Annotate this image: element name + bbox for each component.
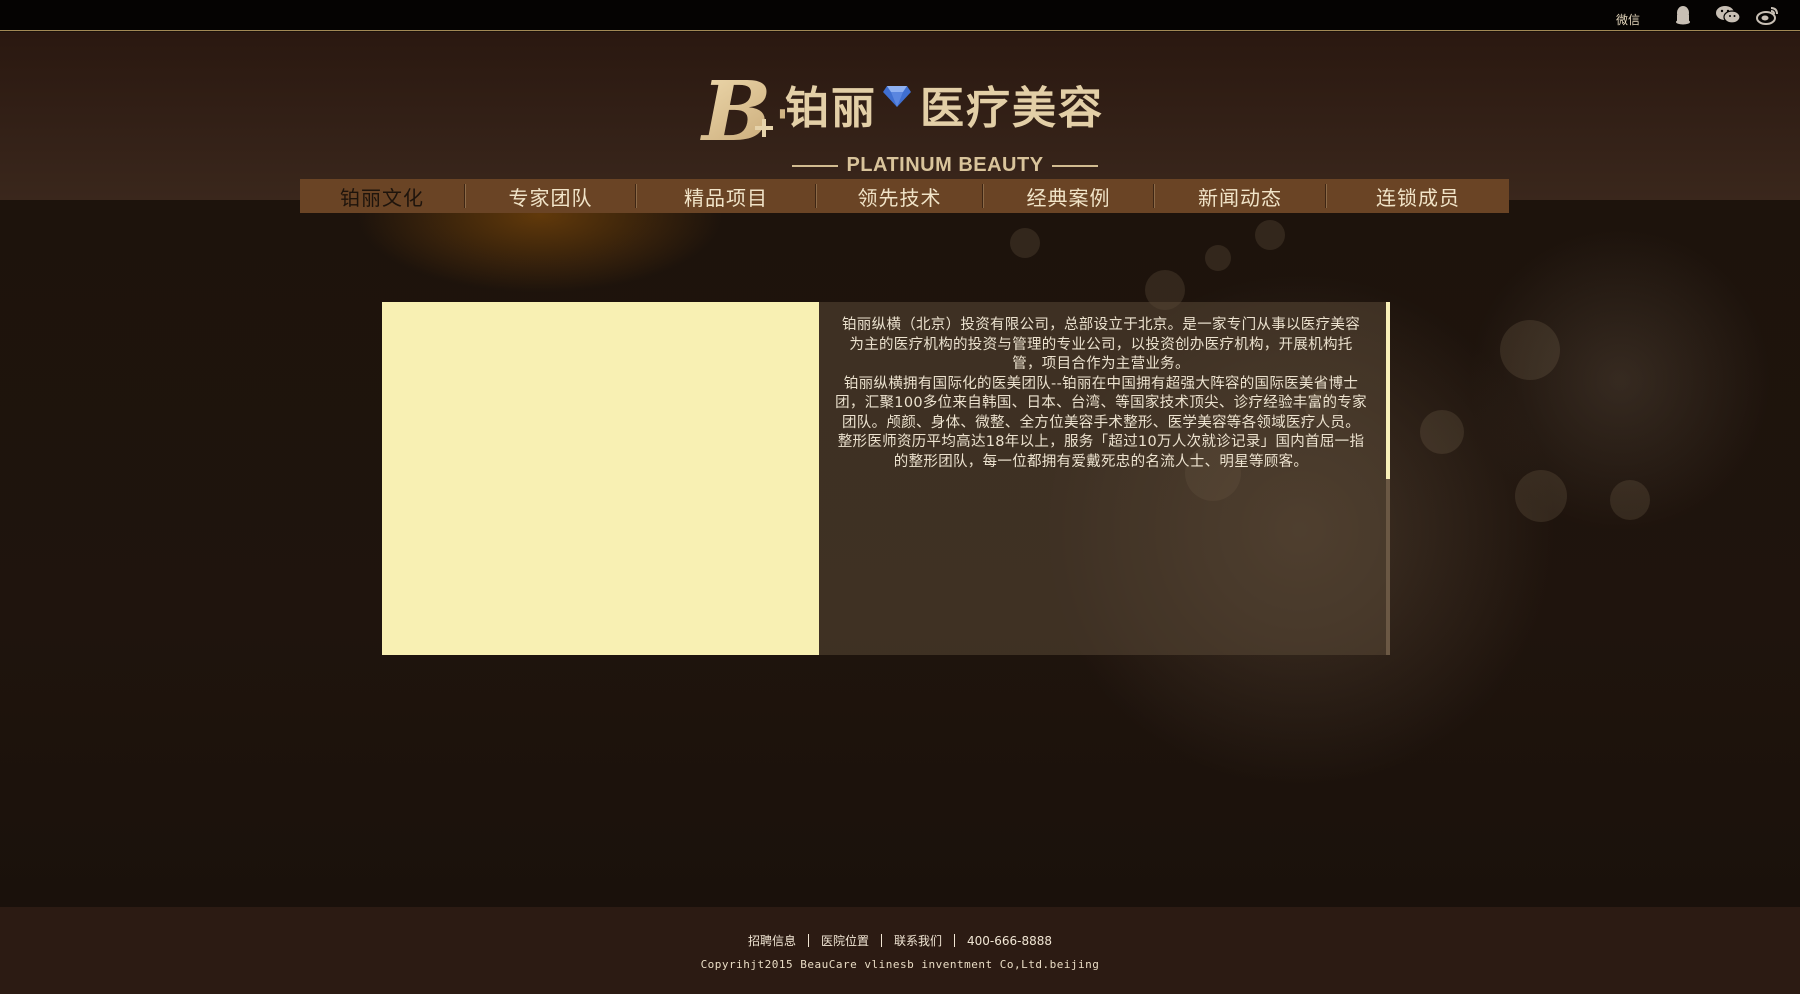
logo-en-text: PLATINUM BEAUTY — [846, 154, 1044, 176]
footer-link-contact[interactable]: 联系我们 — [882, 932, 954, 949]
logo-mark-letter: B+ — [700, 66, 785, 156]
logo[interactable]: B+ 铂丽 医疗美容 PLATINUM BEAUTY — [700, 66, 1110, 176]
nav-item-culture[interactable]: 铂丽文化 — [300, 179, 464, 213]
footer-phone: 400-666-8888 — [967, 933, 1053, 948]
bokeh-light — [1420, 410, 1464, 454]
bokeh-light — [1010, 228, 1040, 258]
intro-section: 铂丽纵横（北京）投资有限公司，总部设立于北京。是一家专门从事以医疗美容为主的医疗… — [382, 302, 1390, 655]
weibo-icon[interactable] — [1755, 4, 1781, 26]
logo-divider — [792, 164, 839, 167]
bokeh-light — [1500, 320, 1560, 380]
main-nav: 铂丽文化 专家团队 精品项目 领先技术 经典案例 新闻动态 连锁成员 — [300, 179, 1509, 213]
bokeh-light — [1205, 245, 1231, 271]
scrollbar-thumb[interactable] — [1386, 302, 1390, 479]
header: B+ 铂丽 医疗美容 PLATINUM BEAUTY — [0, 32, 1800, 200]
footer-link-location[interactable]: 医院位置 — [809, 932, 881, 949]
nav-item-experts[interactable]: 专家团队 — [466, 179, 635, 213]
bokeh-light — [1255, 220, 1285, 250]
logo-en: PLATINUM BEAUTY — [792, 154, 1098, 177]
logo-cn-right: 医疗美容 — [920, 83, 1104, 134]
bokeh-light — [1610, 480, 1650, 520]
intro-paragraph-2: 铂丽纵横拥有国际化的医美团队--铂丽在中国拥有超强大阵容的国际医美省博士团，汇聚… — [835, 375, 1367, 470]
copyright: Copyrihjt2015 BeauCare vlinesb inventmen… — [700, 958, 1100, 971]
intro-paragraph-1: 铂丽纵横（北京）投资有限公司，总部设立于北京。是一家专门从事以医疗美容为主的医疗… — [842, 317, 1360, 372]
wechat-label[interactable]: 微信 — [1616, 11, 1640, 28]
nav-item-projects[interactable]: 精品项目 — [637, 179, 815, 213]
nav-item-cases[interactable]: 经典案例 — [984, 179, 1153, 213]
nav-item-technology[interactable]: 领先技术 — [817, 179, 982, 213]
logo-divider — [1051, 164, 1098, 167]
footer: 招聘信息 医院位置 联系我们 400-666-8888 Copyrihjt201… — [0, 907, 1800, 994]
logo-mark: B+ — [700, 66, 785, 156]
qq-icon[interactable] — [1670, 4, 1696, 26]
footer-links: 招聘信息 医院位置 联系我们 400-666-8888 — [0, 932, 1800, 949]
top-bar: 微信 — [0, 0, 1800, 31]
main-content: 铂丽纵横（北京）投资有限公司，总部设立于北京。是一家专门从事以医疗美容为主的医疗… — [0, 200, 1800, 907]
footer-link-jobs[interactable]: 招聘信息 — [736, 932, 808, 949]
nav-item-news[interactable]: 新闻动态 — [1155, 179, 1325, 213]
intro-text: 铂丽纵横（北京）投资有限公司，总部设立于北京。是一家专门从事以医疗美容为主的医疗… — [835, 316, 1367, 472]
bokeh-light — [1515, 470, 1567, 522]
logo-cn-left: 铂丽 — [785, 83, 877, 134]
nav-item-chain[interactable]: 连锁成员 — [1327, 179, 1509, 213]
intro-text-panel[interactable]: 铂丽纵横（北京）投资有限公司，总部设立于北京。是一家专门从事以医疗美容为主的医疗… — [819, 302, 1390, 655]
intro-image-placeholder — [382, 302, 819, 655]
diamond-icon — [883, 86, 911, 107]
wechat-icon[interactable] — [1715, 4, 1741, 26]
